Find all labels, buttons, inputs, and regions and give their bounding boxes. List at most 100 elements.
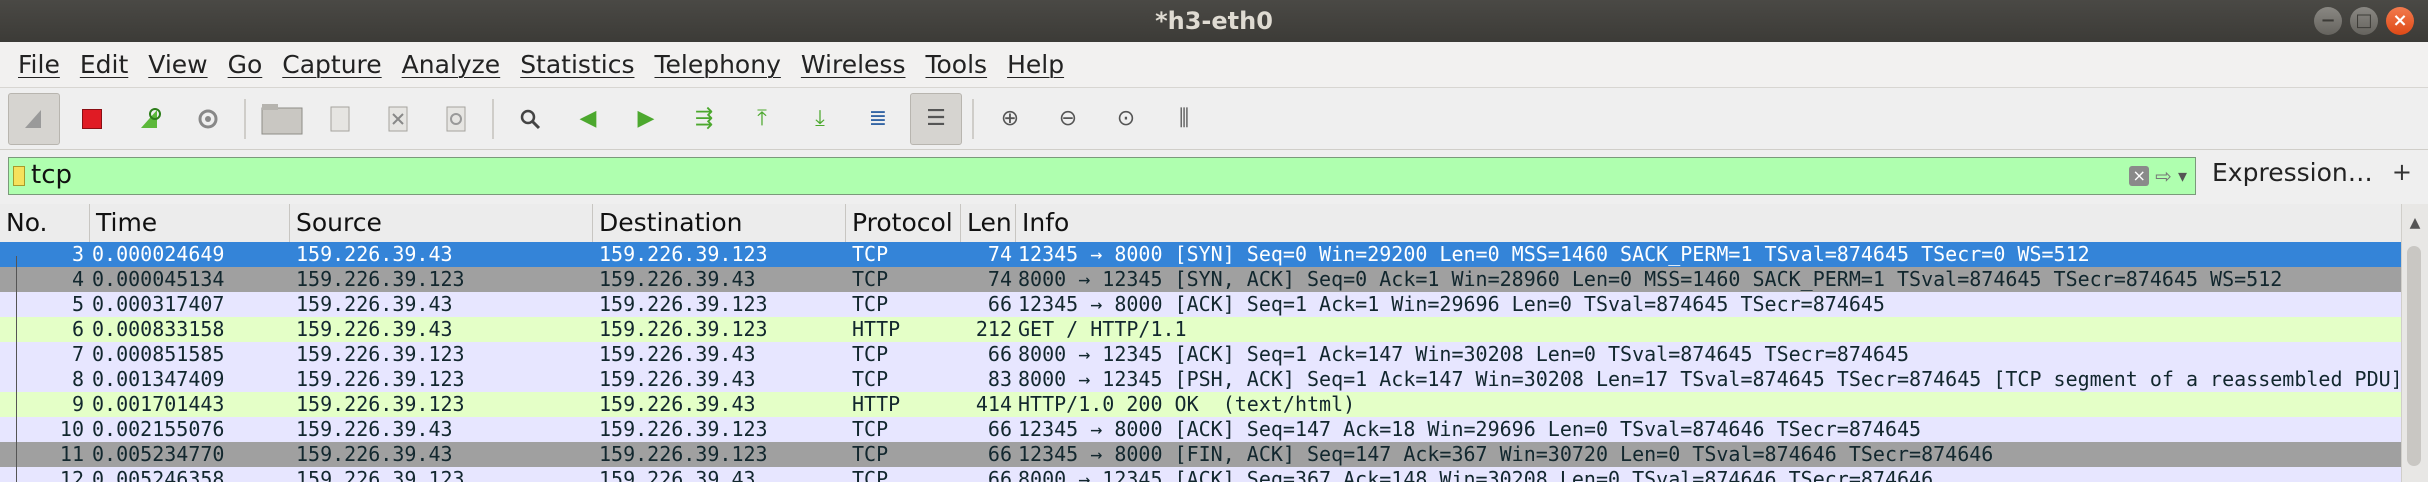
open-file-button[interactable] xyxy=(256,93,308,145)
cell-time: 0.000851585 xyxy=(92,342,225,366)
packet-row[interactable]: 8 0.001347409 159.226.39.123 159.226.39.43 T… xyxy=(0,367,2402,392)
column-header-info[interactable]: Info xyxy=(1016,204,2402,242)
menu-tools[interactable]: Tools xyxy=(915,50,997,79)
packet-row[interactable]: 7 0.000851585 159.226.39.123 159.226.39.43 T… xyxy=(0,342,2402,367)
menu-statistics[interactable]: Statistics xyxy=(510,50,644,79)
cell-source: 159.226.39.43 xyxy=(296,417,453,441)
save-file-button[interactable] xyxy=(314,93,366,145)
cell-no: 5 xyxy=(71,292,84,316)
cell-length: 66 xyxy=(987,342,1012,366)
stop-icon xyxy=(82,108,102,129)
packet-row[interactable]: 5 0.000317407 159.226.39.43 159.226.39.123 T… xyxy=(0,292,2402,317)
go-to-packet-button[interactable]: ⇶ xyxy=(678,93,730,145)
column-header-source[interactable]: Source xyxy=(290,204,593,242)
scroll-up-icon[interactable]: ▲ xyxy=(2402,204,2428,242)
column-header-no[interactable]: No. xyxy=(0,204,90,242)
cell-source: 159.226.39.123 xyxy=(296,342,465,366)
filter-dropdown-icon[interactable]: ▾ xyxy=(2178,166,2187,187)
zoom-out-icon: ⊖ xyxy=(1058,106,1078,131)
minimize-icon[interactable]: − xyxy=(2314,7,2342,35)
cell-time: 0.001701443 xyxy=(92,392,225,416)
column-header-destination[interactable]: Destination xyxy=(593,204,846,242)
menu-telephony[interactable]: Telephony xyxy=(644,50,790,79)
cell-info: 8000 → 12345 [SYN, ACK] Seq=0 Ack=1 Win=… xyxy=(1018,267,2283,291)
capture-options-button[interactable] xyxy=(182,93,234,145)
menu-view[interactable]: View xyxy=(138,50,217,79)
last-packet-button[interactable]: ⤓ xyxy=(794,93,846,145)
filter-controls: × ⇨ ▾ xyxy=(2129,164,2187,188)
column-header-protocol[interactable]: Protocol xyxy=(846,204,961,242)
menu-help[interactable]: Help xyxy=(997,50,1074,79)
packet-row[interactable]: 4 0.000045134 159.226.39.123 159.226.39.43 T… xyxy=(0,267,2402,292)
cell-length: 74 xyxy=(987,267,1012,291)
packet-rows: 3 0.000024649 159.226.39.43 159.226.39.123 T… xyxy=(0,242,2402,482)
cell-info: 12345 → 8000 [ACK] Seq=1 Ack=1 Win=29696… xyxy=(1018,292,1885,316)
packet-row[interactable]: 11 0.005234770 159.226.39.43 159.226.39.123… xyxy=(0,442,2402,467)
apply-filter-icon[interactable]: ⇨ xyxy=(2155,164,2172,188)
column-header-length[interactable]: Len xyxy=(961,204,1016,242)
start-capture-button[interactable] xyxy=(8,92,60,145)
menu-wireless[interactable]: Wireless xyxy=(791,50,916,79)
cell-info: GET / HTTP/1.1 xyxy=(1018,317,1187,341)
first-packet-button[interactable]: ⤒ xyxy=(736,93,788,145)
add-filter-button[interactable]: + xyxy=(2392,158,2412,186)
search-icon xyxy=(520,109,541,129)
cell-no: 7 xyxy=(71,342,84,366)
find-packet-button[interactable] xyxy=(504,93,556,145)
packet-row[interactable]: 10 0.002155076 159.226.39.43 159.226.39.123… xyxy=(0,417,2402,442)
normal-size-button[interactable]: ⊙ xyxy=(1100,93,1152,145)
resize-columns-button[interactable]: ⫼ xyxy=(1158,93,1210,145)
menu-edit[interactable]: Edit xyxy=(70,50,138,79)
cell-info: 8000 → 12345 [PSH, ACK] Seq=1 Ack=147 Wi… xyxy=(1018,367,2398,391)
cell-no: 4 xyxy=(71,267,84,291)
column-header-time[interactable]: Time xyxy=(90,204,290,242)
go-forward-button[interactable]: ▶ xyxy=(620,93,672,145)
go-back-button[interactable]: ◀ xyxy=(562,93,614,145)
close-file-button[interactable] xyxy=(372,93,424,145)
packet-row[interactable]: 6 0.000833158 159.226.39.43 159.226.39.123 H… xyxy=(0,317,2402,342)
reload-file-button[interactable] xyxy=(430,93,482,145)
scrollbar-thumb[interactable] xyxy=(2407,246,2421,466)
cell-source: 159.226.39.123 xyxy=(296,392,465,416)
toolbar-separator xyxy=(492,98,494,139)
cell-time: 0.002155076 xyxy=(92,417,225,441)
autoscroll-button[interactable]: ≣ xyxy=(852,93,904,145)
cell-source: 159.226.39.43 xyxy=(296,317,453,341)
menu-file[interactable]: File xyxy=(8,50,70,79)
packet-row[interactable]: 9 0.001701443 159.226.39.123 159.226.39.43 H… xyxy=(0,392,2402,417)
bookmark-icon[interactable] xyxy=(13,166,25,186)
close-icon[interactable]: × xyxy=(2386,7,2414,35)
cell-destination: 159.226.39.123 xyxy=(599,417,768,441)
menu-capture[interactable]: Capture xyxy=(272,50,391,79)
packet-row[interactable]: 3 0.000024649 159.226.39.43 159.226.39.123 T… xyxy=(0,242,2402,267)
shark-fin-icon xyxy=(25,109,41,128)
zoom-out-button[interactable]: ⊖ xyxy=(1042,93,1094,145)
cell-info: 12345 → 8000 [ACK] Seq=147 Ack=18 Win=29… xyxy=(1018,417,1922,441)
cell-protocol: TCP xyxy=(852,367,889,391)
menu-go[interactable]: Go xyxy=(218,50,273,79)
menu-bar: File Edit View Go Capture Analyze Statis… xyxy=(0,42,2428,88)
cell-time: 0.000045134 xyxy=(92,267,225,291)
toolbar-separator xyxy=(244,98,246,139)
zoom-in-button[interactable]: ⊕ xyxy=(984,93,1036,145)
stop-capture-button[interactable] xyxy=(66,93,118,145)
cell-no: 12 xyxy=(59,467,84,482)
zoom-in-icon: ⊕ xyxy=(1000,106,1020,131)
expression-button[interactable]: Expression… xyxy=(2212,158,2373,187)
title-bar: *h3-eth0 − □ × xyxy=(0,0,2428,42)
autoscroll-icon: ≣ xyxy=(868,106,888,131)
vertical-scrollbar[interactable]: ▲ xyxy=(2401,204,2428,482)
packet-row[interactable]: 12 0.005246358 159.226.39.123 159.226.39.43… xyxy=(0,467,2402,482)
restart-capture-button[interactable] xyxy=(124,93,176,145)
colorize-button[interactable]: ☰ xyxy=(910,92,962,145)
cell-destination: 159.226.39.43 xyxy=(599,367,756,391)
clear-filter-icon[interactable]: × xyxy=(2129,166,2150,186)
cell-no: 8 xyxy=(71,367,84,391)
cell-destination: 159.226.39.43 xyxy=(599,392,756,416)
filter-text[interactable]: tcp xyxy=(31,160,72,190)
menu-analyze[interactable]: Analyze xyxy=(392,50,511,79)
cell-protocol: HTTP xyxy=(852,317,901,341)
maximize-icon[interactable]: □ xyxy=(2350,7,2378,35)
cell-destination: 159.226.39.123 xyxy=(599,242,768,266)
display-filter-input[interactable]: tcp × ⇨ ▾ xyxy=(8,157,2196,195)
